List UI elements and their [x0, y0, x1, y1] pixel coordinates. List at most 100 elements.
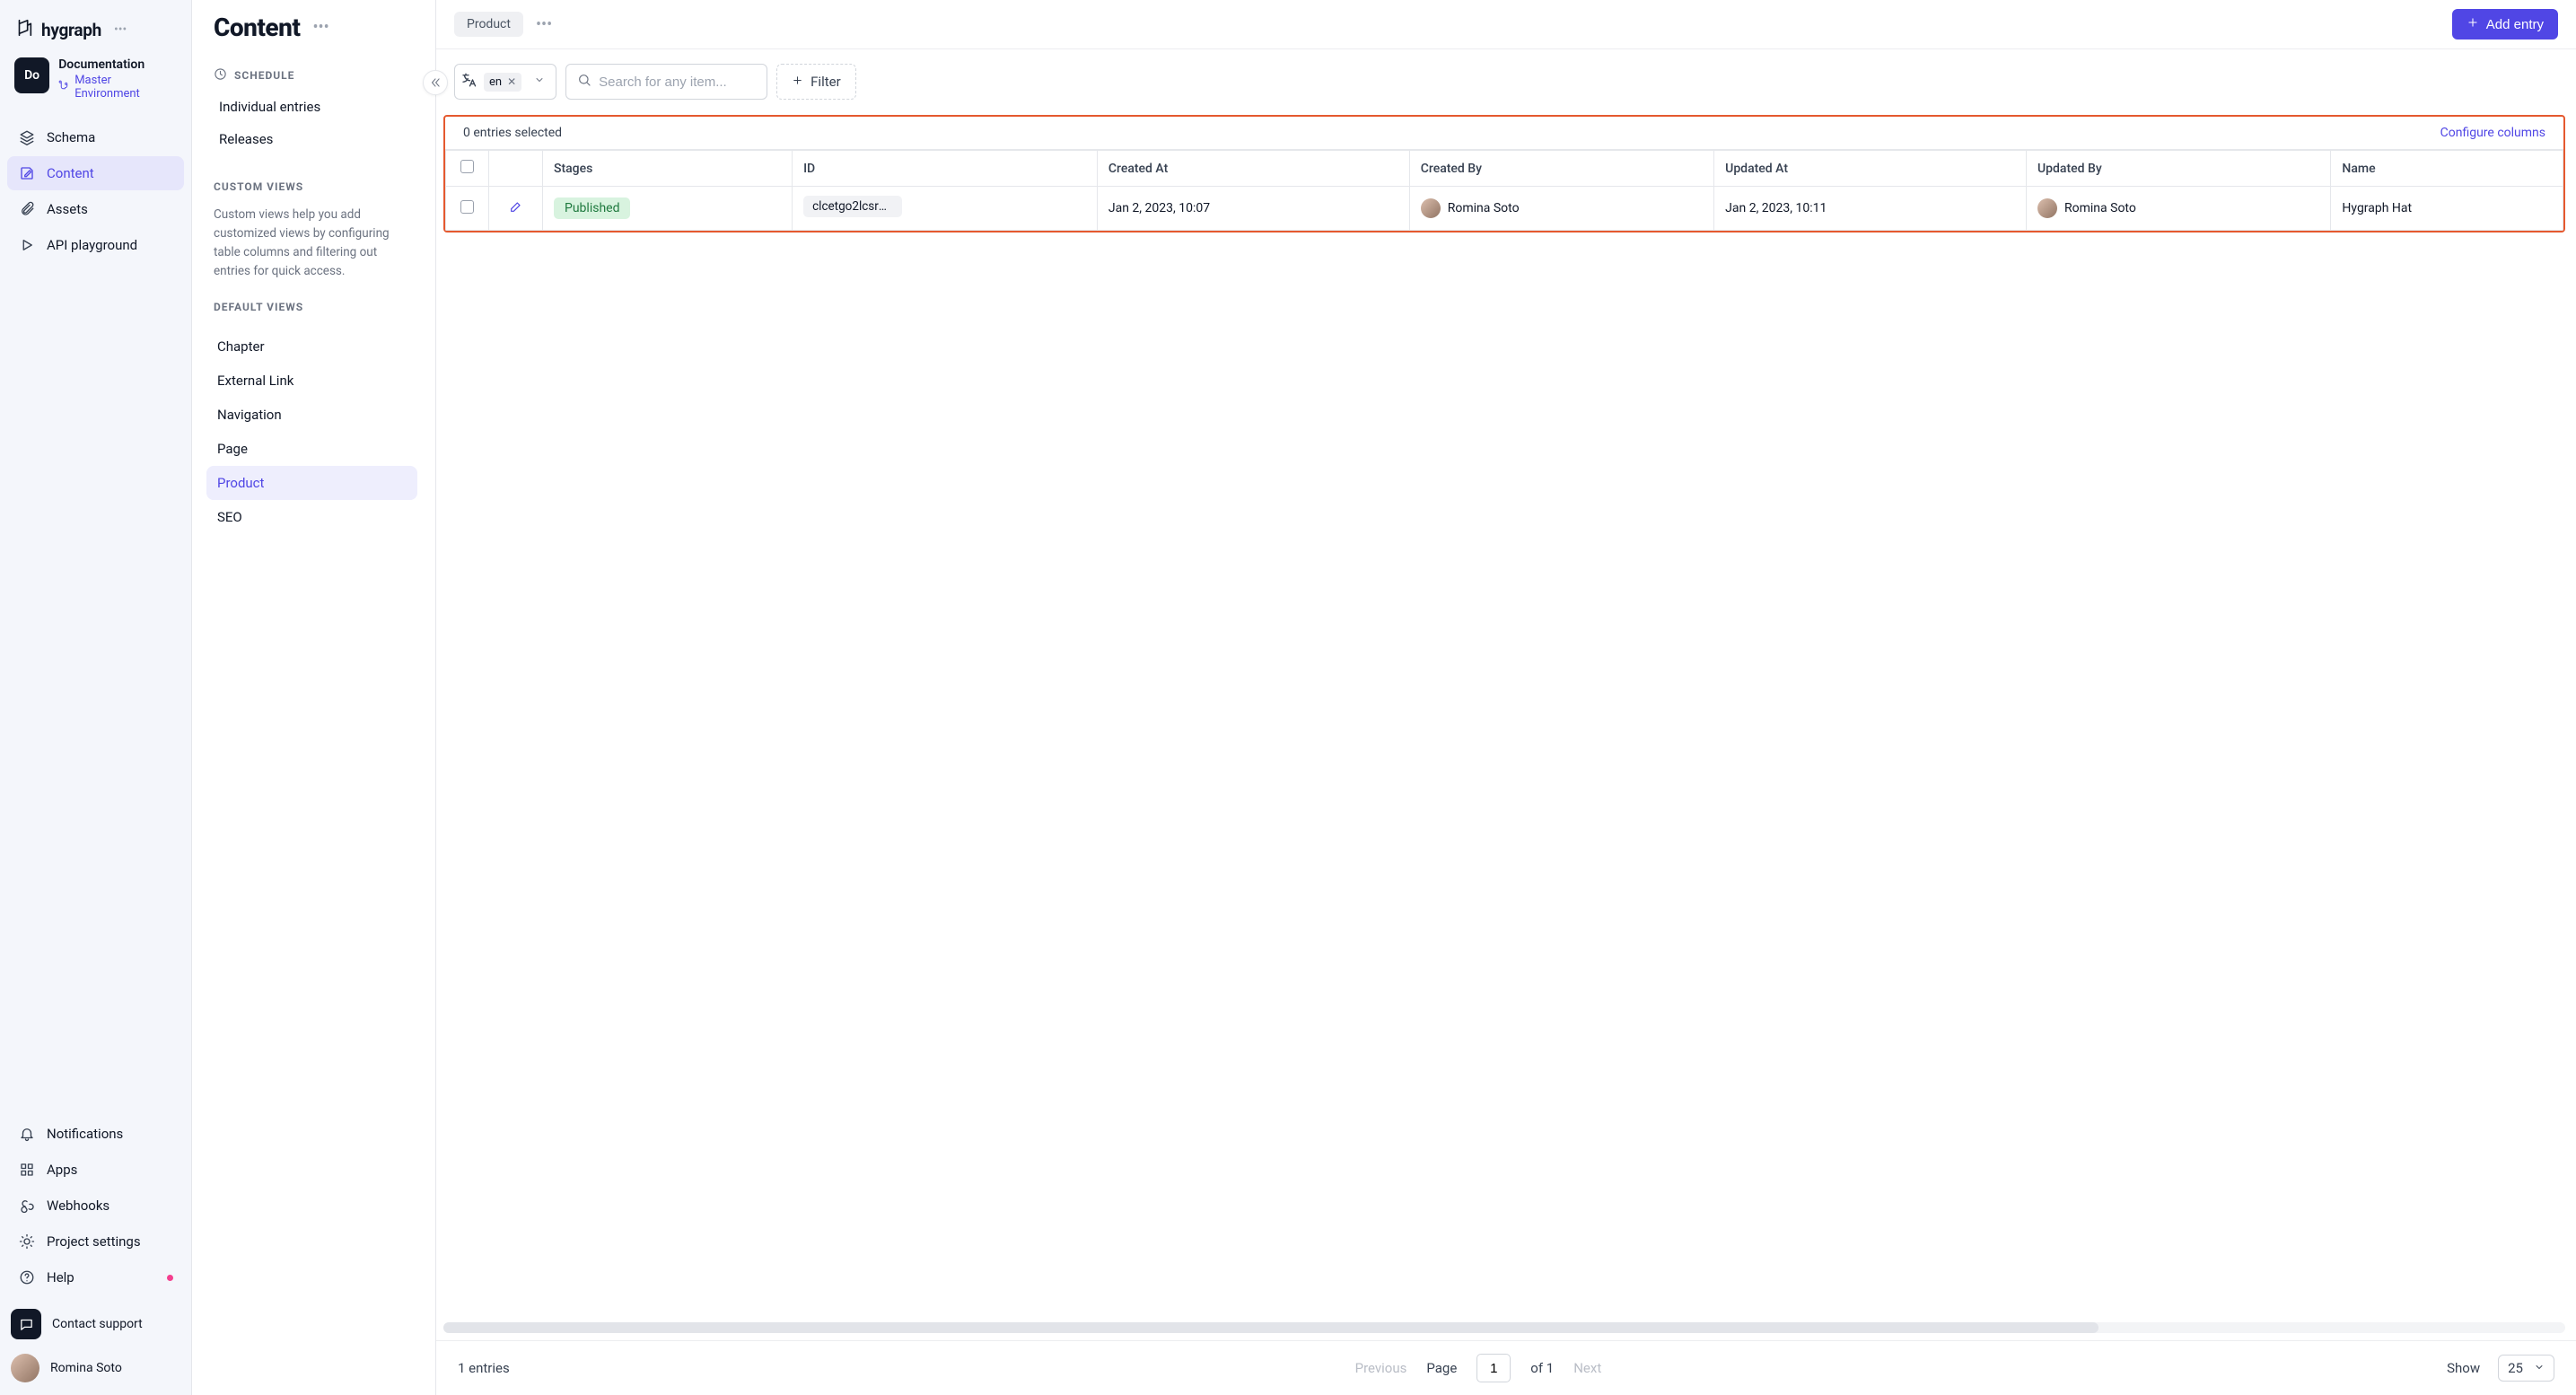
help-unread-dot-icon: [167, 1275, 173, 1281]
next-page-button[interactable]: Next: [1573, 1360, 1601, 1376]
locale-chip[interactable]: en ✕: [484, 73, 521, 92]
nav-assets-label: Assets: [47, 201, 88, 217]
topbar-menu-icon[interactable]: •••: [536, 15, 552, 34]
nav-help[interactable]: Help: [7, 1260, 184, 1294]
add-entry-button[interactable]: Add entry: [2452, 9, 2558, 39]
project-environment[interactable]: Master Environment: [58, 74, 177, 101]
view-chapter[interactable]: Chapter: [206, 329, 417, 364]
grid-icon: [18, 1162, 36, 1178]
name-cell: Hygraph Hat: [2331, 187, 2563, 231]
schedule-section-label: SCHEDULE: [234, 69, 294, 82]
updated-at-cell: Jan 2, 2023, 10:11: [1714, 187, 2027, 231]
filter-button[interactable]: Filter: [776, 64, 856, 100]
contact-support-label: Contact support: [52, 1317, 143, 1331]
chevron-down-icon[interactable]: [529, 75, 550, 89]
view-page[interactable]: Page: [206, 432, 417, 466]
avatar: [2037, 198, 2057, 218]
project-selector[interactable]: Do Documentation Master Environment: [7, 57, 184, 120]
nav-project-settings[interactable]: Project settings: [7, 1224, 184, 1259]
search-box[interactable]: [565, 64, 767, 100]
checkbox-icon[interactable]: [460, 160, 474, 173]
panel-menu-icon[interactable]: •••: [312, 18, 329, 37]
clock-icon: [214, 67, 227, 83]
model-chip[interactable]: Product: [454, 12, 523, 37]
edit-square-icon: [18, 165, 36, 181]
column-name[interactable]: Name: [2331, 151, 2563, 187]
selection-bar: 0 entries selected Configure columns: [445, 117, 2563, 150]
scrollbar-thumb[interactable]: [443, 1322, 2098, 1333]
horizontal-scrollbar[interactable]: [443, 1322, 2565, 1333]
page-input[interactable]: [1476, 1354, 1511, 1382]
column-created-at[interactable]: Created At: [1097, 151, 1409, 187]
page-size-select[interactable]: 25: [2498, 1355, 2554, 1382]
custom-views-description: Custom views help you add customized vie…: [214, 206, 417, 281]
column-updated-at[interactable]: Updated At: [1714, 151, 2027, 187]
webhook-icon: [18, 1198, 36, 1214]
view-navigation[interactable]: Navigation: [206, 398, 417, 432]
filter-label: Filter: [810, 74, 841, 90]
created-by-cell: Romina Soto: [1421, 198, 1703, 218]
secondary-nav: Notifications Apps Webhooks Project sett…: [7, 1117, 184, 1294]
view-seo[interactable]: SEO: [206, 500, 417, 534]
schedule-section: SCHEDULE: [214, 67, 417, 83]
nav-notifications[interactable]: Notifications: [7, 1117, 184, 1151]
nav-content-label: Content: [47, 165, 94, 181]
nav-webhooks[interactable]: Webhooks: [7, 1189, 184, 1223]
brand-menu-icon[interactable]: •••: [114, 22, 127, 37]
search-input[interactable]: [599, 75, 756, 90]
entries-table: Stages ID Created At Created By Updated …: [445, 150, 2563, 231]
collapse-panel-button[interactable]: [423, 70, 448, 95]
configure-columns-link[interactable]: Configure columns: [2440, 126, 2545, 140]
page-size-value: 25: [2508, 1360, 2523, 1376]
locale-chip-remove-icon[interactable]: ✕: [507, 75, 516, 88]
locale-chip-label: en: [489, 75, 502, 89]
column-created-by[interactable]: Created By: [1409, 151, 1713, 187]
nav-apps[interactable]: Apps: [7, 1153, 184, 1187]
current-user[interactable]: Romina Soto: [7, 1345, 184, 1388]
plus-icon: [792, 74, 803, 90]
project-badge: Do: [14, 57, 49, 93]
schedule-releases[interactable]: Releases: [214, 123, 417, 155]
schedule-individual-entries[interactable]: Individual entries: [214, 91, 417, 123]
current-user-name: Romina Soto: [50, 1361, 122, 1375]
add-entry-label: Add entry: [2486, 17, 2544, 32]
content-panel: Content ••• SCHEDULE Individual entries …: [192, 0, 436, 1395]
column-updated-by[interactable]: Updated By: [2027, 151, 2331, 187]
nav-schema[interactable]: Schema: [7, 120, 184, 154]
view-external-link[interactable]: External Link: [206, 364, 417, 398]
edit-icon[interactable]: [509, 199, 523, 214]
view-product[interactable]: Product: [206, 466, 417, 500]
play-icon: [18, 237, 36, 253]
nav-webhooks-label: Webhooks: [47, 1198, 110, 1214]
nav-content[interactable]: Content: [7, 156, 184, 190]
hygraph-logo-icon: [14, 18, 34, 41]
toolbar: en ✕ Filter: [436, 49, 2576, 115]
avatar: [11, 1354, 39, 1382]
brand-row: hygraph •••: [7, 14, 184, 57]
column-checkbox[interactable]: [446, 151, 489, 187]
topbar: Product ••• Add entry: [436, 0, 2576, 49]
locale-selector[interactable]: en ✕: [454, 64, 556, 100]
branch-icon: [58, 80, 70, 95]
nav-api-playground-label: API playground: [47, 237, 137, 253]
nav-project-settings-label: Project settings: [47, 1233, 141, 1250]
primary-sidebar: hygraph ••• Do Documentation Master Envi…: [0, 0, 192, 1395]
column-edit: [489, 151, 543, 187]
layers-icon: [18, 129, 36, 145]
page-word: Page: [1426, 1360, 1457, 1376]
prev-page-button[interactable]: Previous: [1355, 1360, 1407, 1376]
column-stages[interactable]: Stages: [543, 151, 793, 187]
pagination-bar: 1 entries Previous Page of 1 Next Show 2…: [436, 1340, 2576, 1395]
entry-id[interactable]: clcetgo2lcsrm...: [803, 196, 902, 217]
nav-api-playground[interactable]: API playground: [7, 228, 184, 262]
chat-icon: [11, 1309, 41, 1339]
nav-assets[interactable]: Assets: [7, 192, 184, 226]
table-row[interactable]: Published clcetgo2lcsrm... Jan 2, 2023, …: [446, 187, 2563, 231]
row-checkbox[interactable]: [460, 200, 474, 214]
translate-icon: [460, 72, 477, 92]
nav-schema-label: Schema: [47, 129, 95, 145]
contact-support[interactable]: Contact support: [7, 1303, 184, 1345]
column-id[interactable]: ID: [793, 151, 1098, 187]
updated-by-name: Romina Soto: [2064, 201, 2136, 215]
created-at-cell: Jan 2, 2023, 10:07: [1097, 187, 1409, 231]
